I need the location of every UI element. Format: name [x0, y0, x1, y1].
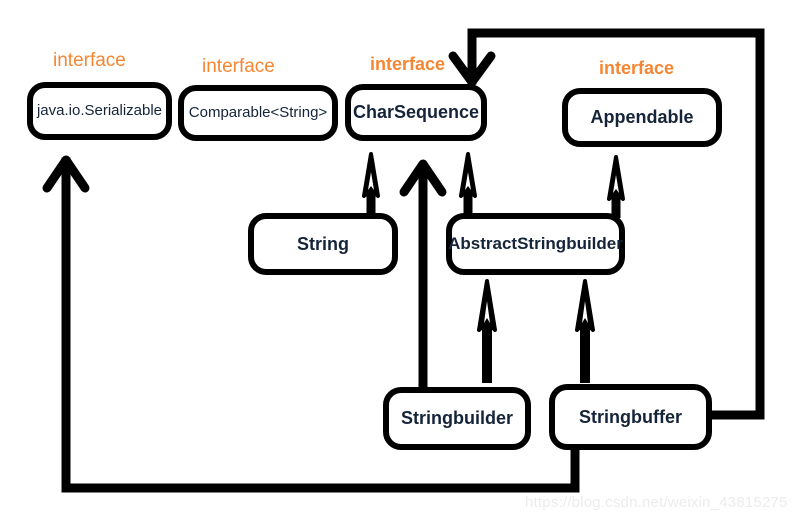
node-stringbuilder[interactable]: Stringbuilder — [383, 387, 531, 450]
node-label-stringbuffer: Stringbuffer — [579, 406, 682, 427]
node-label-appendable: Appendable — [590, 107, 694, 128]
watermark-text: https://blog.csdn.net/weixin_43815275 — [525, 494, 788, 511]
stereotype-appendable: interface — [599, 58, 675, 78]
stereotype-serializable: interface — [53, 50, 126, 71]
edge-stringbuilder-to-abstractstringbuilder — [477, 279, 497, 383]
edge-stringbuilder-to-charsequence — [399, 159, 447, 390]
node-label-comparable-string: Comparable<String> — [188, 104, 328, 122]
node-label-java-io-serializable: java.io.Serializable — [36, 102, 163, 120]
node-label-string: String — [297, 233, 349, 254]
edge-stringbuffer-to-abstractstringbuilder — [575, 279, 595, 383]
node-string[interactable]: String — [248, 213, 398, 275]
node-label-charsequence: CharSequence — [352, 102, 480, 123]
node-java-io-serializable[interactable]: java.io.Serializable — [27, 82, 172, 140]
node-appendable[interactable]: Appendable — [562, 88, 722, 147]
diagram-canvas: interface interface interface interface … — [0, 0, 800, 520]
node-abstractstringbuilder[interactable]: AbstractStringbuilder — [446, 213, 625, 275]
node-comparable-string[interactable]: Comparable<String> — [178, 85, 338, 141]
stereotype-charsequence: interface — [370, 54, 446, 74]
edge-abstractstringbuilder-to-charsequence — [459, 152, 477, 218]
node-charsequence[interactable]: CharSequence — [345, 84, 487, 141]
edge-string-to-charsequence — [362, 152, 380, 218]
node-label-abstractstringbuilder: AbstractStringbuilder — [448, 234, 623, 254]
edge-abstractstringbuilder-to-appendable — [607, 155, 625, 218]
stereotype-comparable: interface — [202, 56, 275, 77]
node-stringbuffer[interactable]: Stringbuffer — [549, 384, 712, 450]
node-label-stringbuilder: Stringbuilder — [401, 408, 513, 429]
